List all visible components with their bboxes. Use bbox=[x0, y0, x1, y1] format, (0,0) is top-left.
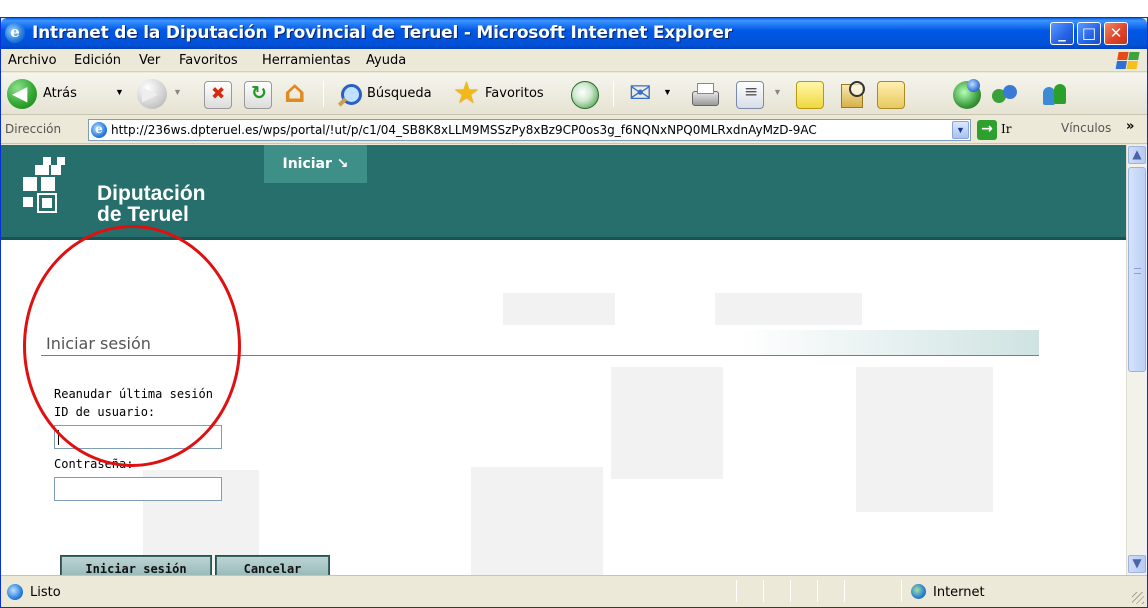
menu-ayuda[interactable]: Ayuda bbox=[366, 53, 406, 68]
background-block bbox=[856, 367, 993, 512]
background-block bbox=[715, 293, 862, 325]
links-chevron-icon[interactable]: » bbox=[1126, 119, 1134, 134]
annotation-circle bbox=[23, 225, 241, 467]
address-input[interactable]: e http://236ws.dpteruel.es/wps/portal/!u… bbox=[88, 119, 971, 141]
maximize-button[interactable]: □ bbox=[1077, 22, 1101, 45]
address-label: Dirección bbox=[5, 122, 62, 136]
password-input[interactable] bbox=[54, 477, 222, 501]
go-button[interactable]: Ir bbox=[1001, 122, 1011, 136]
favorites-label[interactable]: Favoritos bbox=[485, 86, 544, 101]
menu-bar: Archivo Edición Ver Favoritos Herramient… bbox=[1, 49, 1147, 72]
menu-herramientas[interactable]: Herramientas bbox=[262, 53, 351, 68]
stop-icon[interactable] bbox=[204, 81, 232, 109]
edit-page-icon[interactable] bbox=[736, 81, 764, 109]
background-block bbox=[611, 367, 723, 479]
history-icon[interactable] bbox=[571, 81, 599, 109]
research-icon[interactable] bbox=[839, 81, 867, 109]
status-bar: Listo Internet bbox=[1, 575, 1147, 607]
back-button[interactable]: ◀ bbox=[7, 79, 37, 109]
toolbar-separator bbox=[323, 81, 324, 107]
diputacion-logo-icon bbox=[23, 157, 85, 219]
scroll-thumb[interactable] bbox=[1128, 167, 1146, 372]
resize-grip-icon[interactable] bbox=[1132, 592, 1144, 604]
site-logo-text: Diputación de Teruel bbox=[97, 183, 206, 225]
messenger-bag-icon[interactable] bbox=[877, 81, 905, 109]
go-arrow-icon[interactable]: → bbox=[977, 120, 997, 140]
print-icon[interactable] bbox=[691, 81, 719, 109]
address-url[interactable]: http://236ws.dpteruel.es/wps/portal/!ut/… bbox=[111, 123, 956, 137]
ie-logo-icon: e bbox=[5, 23, 25, 43]
scroll-up-icon[interactable]: ▲ bbox=[1128, 146, 1146, 164]
security-zone-label: Internet bbox=[933, 585, 985, 600]
logo-line-1: Diputación bbox=[97, 182, 206, 205]
standard-toolbar: ◀ Atrás ▼ ▶ ▼ Búsqueda Favoritos ▼ ▼ bbox=[1, 73, 1147, 115]
home-icon[interactable] bbox=[283, 75, 311, 110]
menu-edicion[interactable]: Edición bbox=[74, 53, 121, 68]
address-dropdown-icon[interactable]: ▼ bbox=[952, 121, 969, 139]
page-viewport: Diputación de Teruel Iniciar ↘ Iniciar s… bbox=[1, 145, 1126, 575]
refresh-icon[interactable] bbox=[244, 81, 272, 109]
menu-ver[interactable]: Ver bbox=[139, 53, 160, 68]
menu-archivo[interactable]: Archivo bbox=[8, 53, 57, 68]
msn-icon[interactable] bbox=[953, 79, 981, 109]
back-label[interactable]: Atrás bbox=[43, 86, 77, 101]
scroll-grip-icon bbox=[1134, 268, 1141, 274]
background-block bbox=[503, 293, 615, 325]
favorites-star-icon[interactable] bbox=[453, 76, 481, 111]
status-divider bbox=[763, 580, 764, 602]
close-button[interactable]: ✕ bbox=[1104, 22, 1128, 45]
status-page-icon bbox=[7, 584, 23, 600]
cancel-button[interactable]: Cancelar bbox=[215, 555, 330, 575]
site-banner: Diputación de Teruel Iniciar ↘ bbox=[1, 145, 1126, 240]
status-divider bbox=[790, 580, 791, 602]
scroll-down-icon[interactable]: ▼ bbox=[1128, 555, 1146, 573]
minimize-button[interactable]: _ bbox=[1050, 22, 1074, 45]
vertical-scrollbar[interactable]: ▲ ▼ bbox=[1126, 145, 1147, 575]
browser-window: e Intranet de la Diputación Provincial d… bbox=[0, 17, 1148, 608]
tab-iniciar[interactable]: Iniciar ↘ bbox=[264, 145, 367, 183]
menu-favoritos[interactable]: Favoritos bbox=[179, 53, 238, 68]
status-divider bbox=[736, 580, 737, 602]
address-bar: Dirección e http://236ws.dpteruel.es/wps… bbox=[1, 116, 1147, 144]
status-divider bbox=[844, 580, 845, 602]
status-text: Listo bbox=[30, 585, 61, 600]
background-block bbox=[471, 467, 603, 575]
windows-flag-icon bbox=[1115, 52, 1141, 70]
discuss-icon[interactable] bbox=[796, 81, 824, 109]
users-icon[interactable] bbox=[1041, 81, 1069, 109]
search-label[interactable]: Búsqueda bbox=[367, 86, 432, 101]
forward-arrow-icon: ▶ bbox=[142, 81, 158, 105]
links-icon[interactable] bbox=[991, 81, 1019, 109]
window-title: Intranet de la Diputación Provincial de … bbox=[32, 23, 732, 43]
forward-dropdown-icon[interactable]: ▼ bbox=[173, 87, 182, 97]
login-button[interactable]: Iniciar sesión bbox=[60, 555, 212, 575]
links-label[interactable]: Vínculos bbox=[1061, 121, 1111, 135]
internet-zone-icon bbox=[911, 584, 926, 599]
mail-icon[interactable] bbox=[629, 78, 657, 109]
title-bar[interactable]: e Intranet de la Diputación Provincial d… bbox=[1, 18, 1147, 49]
back-arrow-icon: ◀ bbox=[12, 81, 28, 105]
mail-dropdown-icon[interactable]: ▼ bbox=[663, 87, 672, 97]
page-icon: e bbox=[91, 122, 107, 138]
status-divider bbox=[901, 580, 902, 602]
search-icon[interactable] bbox=[336, 81, 364, 109]
forward-button[interactable]: ▶ bbox=[137, 79, 167, 109]
edit-dropdown-icon[interactable]: ▼ bbox=[773, 87, 782, 97]
toolbar-separator bbox=[613, 81, 614, 107]
status-divider bbox=[817, 580, 818, 602]
back-dropdown-icon[interactable]: ▼ bbox=[115, 87, 124, 97]
logo-line-2: de Teruel bbox=[97, 203, 189, 226]
